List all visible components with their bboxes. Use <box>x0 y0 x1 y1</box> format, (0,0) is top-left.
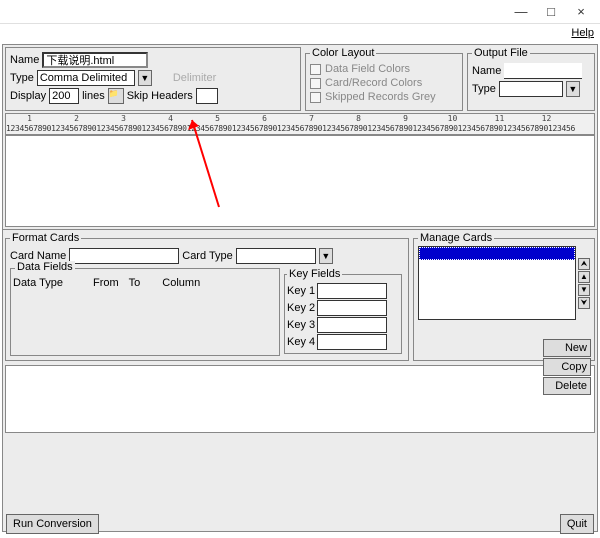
scroll-up-icon[interactable]: ▲ <box>578 271 590 283</box>
ruler-tick: 10 <box>429 114 476 124</box>
quit-button[interactable]: Quit <box>560 514 594 534</box>
ruler-tick: 4 <box>147 114 194 124</box>
skipped-records-grey-checkbox[interactable] <box>310 92 321 103</box>
ruler-tick: 3 <box>100 114 147 124</box>
ruler-tick: 8 <box>335 114 382 124</box>
manage-cards-legend: Manage Cards <box>418 232 494 244</box>
output-file-panel: Output File Name Type ▼ <box>467 47 595 111</box>
from-header: From <box>93 277 119 289</box>
window-titlebar: — □ × <box>0 0 600 24</box>
name-field[interactable] <box>42 52 148 68</box>
minimize-button[interactable]: — <box>506 4 536 19</box>
delimiter-label: Delimiter <box>173 72 216 84</box>
card-type-label: Card Type <box>182 250 233 262</box>
skipped-records-grey-label: Skipped Records Grey <box>325 91 436 103</box>
display-field[interactable] <box>49 88 79 104</box>
delete-button[interactable]: Delete <box>543 377 591 395</box>
run-conversion-button[interactable]: Run Conversion <box>6 514 99 534</box>
output-name-field[interactable] <box>504 63 582 79</box>
key2-label: Key 2 <box>287 302 315 314</box>
menubar: Help <box>0 24 600 42</box>
data-fields-legend: Data Fields <box>15 261 75 273</box>
ruler-tick: 7 <box>288 114 335 124</box>
source-file-panel: Name Type ▼ Delimiter Display lines 📁 Sk… <box>5 47 301 111</box>
data-type-header: Data Type <box>13 277 83 289</box>
ruler-digits: 1234567890123456789012345678901234567890… <box>6 124 594 133</box>
type-field[interactable] <box>37 70 135 86</box>
key3-label: Key 3 <box>287 319 315 331</box>
scroll-top-icon[interactable]: ⮝ <box>578 258 590 270</box>
output-name-label: Name <box>472 65 501 77</box>
ruler-tick: 2 <box>53 114 100 124</box>
data-field-colors-label: Data Field Colors <box>325 63 410 75</box>
key-fields-panel: Key Fields Key 1 Key 2 Key 3 Key 4 <box>284 268 402 354</box>
maximize-button[interactable]: □ <box>536 4 566 19</box>
key1-field[interactable] <box>317 283 387 299</box>
output-type-field[interactable] <box>499 81 563 97</box>
cards-listbox[interactable] <box>418 246 576 320</box>
format-cards-legend: Format Cards <box>10 232 81 244</box>
output-file-legend: Output File <box>472 47 530 59</box>
lines-label: lines <box>82 90 105 102</box>
output-type-label: Type <box>472 83 496 95</box>
column-header: Column <box>162 277 200 289</box>
name-label: Name <box>10 54 39 66</box>
card-type-field[interactable] <box>236 248 316 264</box>
scroll-bottom-icon[interactable]: ⮟ <box>578 297 590 309</box>
help-menu[interactable]: Help <box>571 27 594 39</box>
ruler-tick: 9 <box>382 114 429 124</box>
ruler-tick: 5 <box>194 114 241 124</box>
cards-list-selection <box>419 247 575 260</box>
key3-field[interactable] <box>317 317 387 333</box>
ruler-tick: 1 <box>6 114 53 124</box>
to-header: To <box>129 277 141 289</box>
type-dropdown-icon[interactable]: ▼ <box>138 70 152 86</box>
card-record-colors-checkbox[interactable] <box>310 78 321 89</box>
data-field-colors-checkbox[interactable] <box>310 64 321 75</box>
type-label: Type <box>10 72 34 84</box>
ruler-tick: 11 <box>476 114 523 124</box>
scroll-down-icon[interactable]: ▼ <box>578 284 590 296</box>
display-label: Display <box>10 90 46 102</box>
column-ruler: 123456789101112 123456789012345678901234… <box>5 113 595 135</box>
card-type-dropdown-icon[interactable]: ▼ <box>319 248 333 264</box>
format-cards-panel: Format Cards Card Name Card Type ▼ Data … <box>5 232 409 361</box>
key4-label: Key 4 <box>287 336 315 348</box>
ruler-tick: 6 <box>241 114 288 124</box>
skip-headers-label: Skip Headers <box>127 90 193 102</box>
close-button[interactable]: × <box>566 4 596 19</box>
output-type-dropdown-icon[interactable]: ▼ <box>566 81 580 97</box>
key1-label: Key 1 <box>287 285 315 297</box>
log-textarea[interactable] <box>5 365 595 433</box>
browse-icon[interactable]: 📁 <box>108 88 124 104</box>
key2-field[interactable] <box>317 300 387 316</box>
color-layout-panel: Color Layout Data Field Colors Card/Reco… <box>305 47 463 111</box>
card-record-colors-label: Card/Record Colors <box>325 77 422 89</box>
manage-cards-panel: Manage Cards ⮝ ▲ ▼ ⮟ New Copy Delete <box>413 232 595 361</box>
card-name-field[interactable] <box>69 248 179 264</box>
new-button[interactable]: New <box>543 339 591 357</box>
ruler-tick: 12 <box>523 114 570 124</box>
key-fields-legend: Key Fields <box>287 268 342 280</box>
skip-headers-field[interactable] <box>196 88 218 104</box>
key4-field[interactable] <box>317 334 387 350</box>
preview-textarea[interactable] <box>5 135 595 227</box>
color-layout-legend: Color Layout <box>310 47 376 59</box>
copy-button[interactable]: Copy <box>543 358 591 376</box>
main-container: Name Type ▼ Delimiter Display lines 📁 Sk… <box>2 44 598 532</box>
